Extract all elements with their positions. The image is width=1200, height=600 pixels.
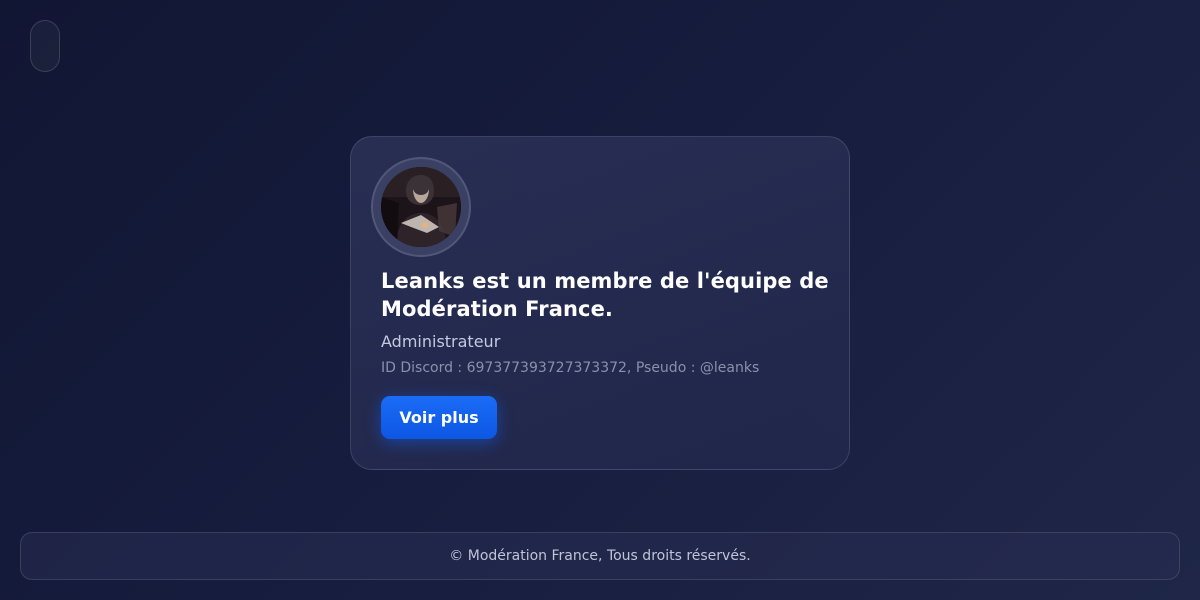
member-role: Administrateur [381, 332, 501, 351]
avatar [371, 157, 471, 257]
footer: © Modération France, Tous droits réservé… [20, 532, 1180, 580]
member-card: Leanks est un membre de l'équipe de Modé… [350, 136, 850, 470]
menu-toggle-button[interactable] [30, 20, 60, 72]
card-title: Leanks est un membre de l'équipe de Modé… [381, 269, 829, 321]
avatar-image [381, 167, 461, 247]
discord-info: ID Discord : 697377393727373372, Pseudo … [381, 360, 760, 376]
footer-copyright: © Modération France, Tous droits réservé… [449, 548, 751, 564]
voir-plus-button[interactable]: Voir plus [381, 396, 497, 439]
